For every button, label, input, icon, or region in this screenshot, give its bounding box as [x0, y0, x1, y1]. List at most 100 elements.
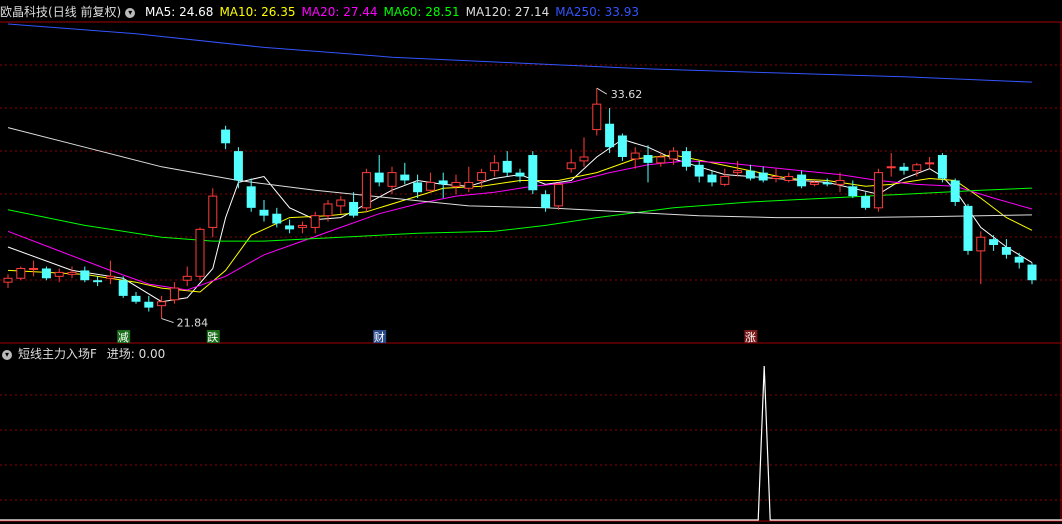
candle [29, 260, 39, 277]
candle-body [387, 172, 397, 187]
candle-body [784, 176, 794, 181]
candle [758, 166, 768, 183]
candle-body [502, 160, 512, 173]
candle [937, 153, 947, 183]
ma-legend-ma250: MA250: 33.93 [555, 5, 639, 19]
candle-body [771, 176, 781, 179]
candle [477, 168, 487, 189]
candle [451, 174, 461, 195]
candle-body [310, 215, 320, 228]
candle-body [950, 180, 960, 202]
candle [963, 203, 973, 255]
candle-body [886, 166, 896, 169]
high-marker-line [596, 87, 608, 95]
candle [182, 266, 192, 287]
candle [93, 276, 103, 287]
chevron-down-icon[interactable]: ▾ [2, 349, 12, 360]
candle-body [182, 275, 192, 281]
candle-body [464, 181, 474, 189]
candle [259, 200, 269, 222]
candle-body [579, 156, 589, 162]
candle-body [745, 170, 755, 179]
high-price-label: 33.62 [611, 88, 643, 101]
candle [541, 190, 551, 212]
candle-body [285, 225, 295, 230]
chevron-down-icon[interactable]: ▾ [125, 7, 136, 18]
event-tag-text: 涨 [745, 331, 756, 344]
candle-body [336, 199, 346, 207]
candle-body [809, 181, 819, 185]
indicator-panel [0, 365, 1062, 521]
candle [707, 170, 717, 187]
candle-body [489, 162, 499, 172]
event-tag: 涨 [744, 330, 758, 344]
candle-body [553, 183, 563, 207]
candle-body [1027, 264, 1037, 281]
candle-body [681, 151, 691, 167]
candle-body [937, 155, 947, 179]
candle-body [3, 277, 13, 283]
candle [553, 182, 563, 210]
candle-body [374, 172, 384, 183]
ma-legend-ma120: MA120: 27.14 [465, 5, 550, 19]
candle-body [451, 181, 461, 187]
candle-body [297, 224, 307, 228]
grid-lines [0, 21, 1062, 522]
candle-body [643, 155, 653, 163]
candle [208, 188, 218, 238]
candle [848, 180, 858, 199]
candle [285, 219, 295, 234]
chart-canvas[interactable]: 33.62 21.84 减 跌 财 涨 [0, 0, 1062, 524]
ma-legend-ma60: MA60: 28.51 [383, 5, 460, 19]
candle [976, 231, 986, 285]
candle-body [963, 205, 973, 251]
candle-body [1001, 246, 1011, 255]
candle [105, 260, 115, 285]
candle [67, 266, 77, 279]
candle-body [617, 135, 627, 157]
low-marker-line [161, 318, 174, 324]
candle-body [221, 129, 231, 144]
candle [925, 156, 935, 169]
candle [387, 166, 397, 195]
candle [605, 108, 615, 154]
candle-body [592, 103, 602, 131]
candle [336, 196, 346, 214]
candle [617, 133, 627, 161]
candle-body [208, 195, 218, 228]
candle-body [707, 174, 717, 183]
candle-body [29, 267, 39, 270]
candle-body [93, 280, 103, 283]
candle [1014, 252, 1024, 269]
candle-body [630, 152, 640, 160]
candle-body [131, 295, 141, 302]
candle [592, 88, 602, 136]
candle [80, 266, 90, 283]
candle-body [694, 164, 704, 177]
candle [195, 227, 205, 281]
candle [1027, 262, 1037, 285]
candle [131, 291, 141, 304]
candle [425, 172, 435, 193]
candle-body [144, 301, 154, 308]
event-tag-text: 减 [118, 331, 129, 344]
candle [822, 178, 832, 187]
candle [861, 192, 871, 210]
candle-body [873, 172, 883, 209]
candle-body [169, 287, 179, 301]
candle [566, 149, 576, 173]
candle-body [157, 301, 167, 307]
candle [656, 153, 666, 167]
candle-body [67, 271, 77, 275]
candle [41, 266, 51, 281]
candle-body [477, 172, 487, 181]
candle-body [541, 194, 551, 208]
ma-line-ma250 [7, 23, 1033, 83]
chart-mode: (日线 前复权) [48, 5, 122, 19]
candle [694, 160, 704, 183]
candle [157, 295, 167, 319]
candle-body [233, 151, 243, 181]
stock-name: 欧晶科技 [0, 5, 49, 19]
candle-body [605, 123, 615, 148]
candle-body [566, 162, 576, 170]
